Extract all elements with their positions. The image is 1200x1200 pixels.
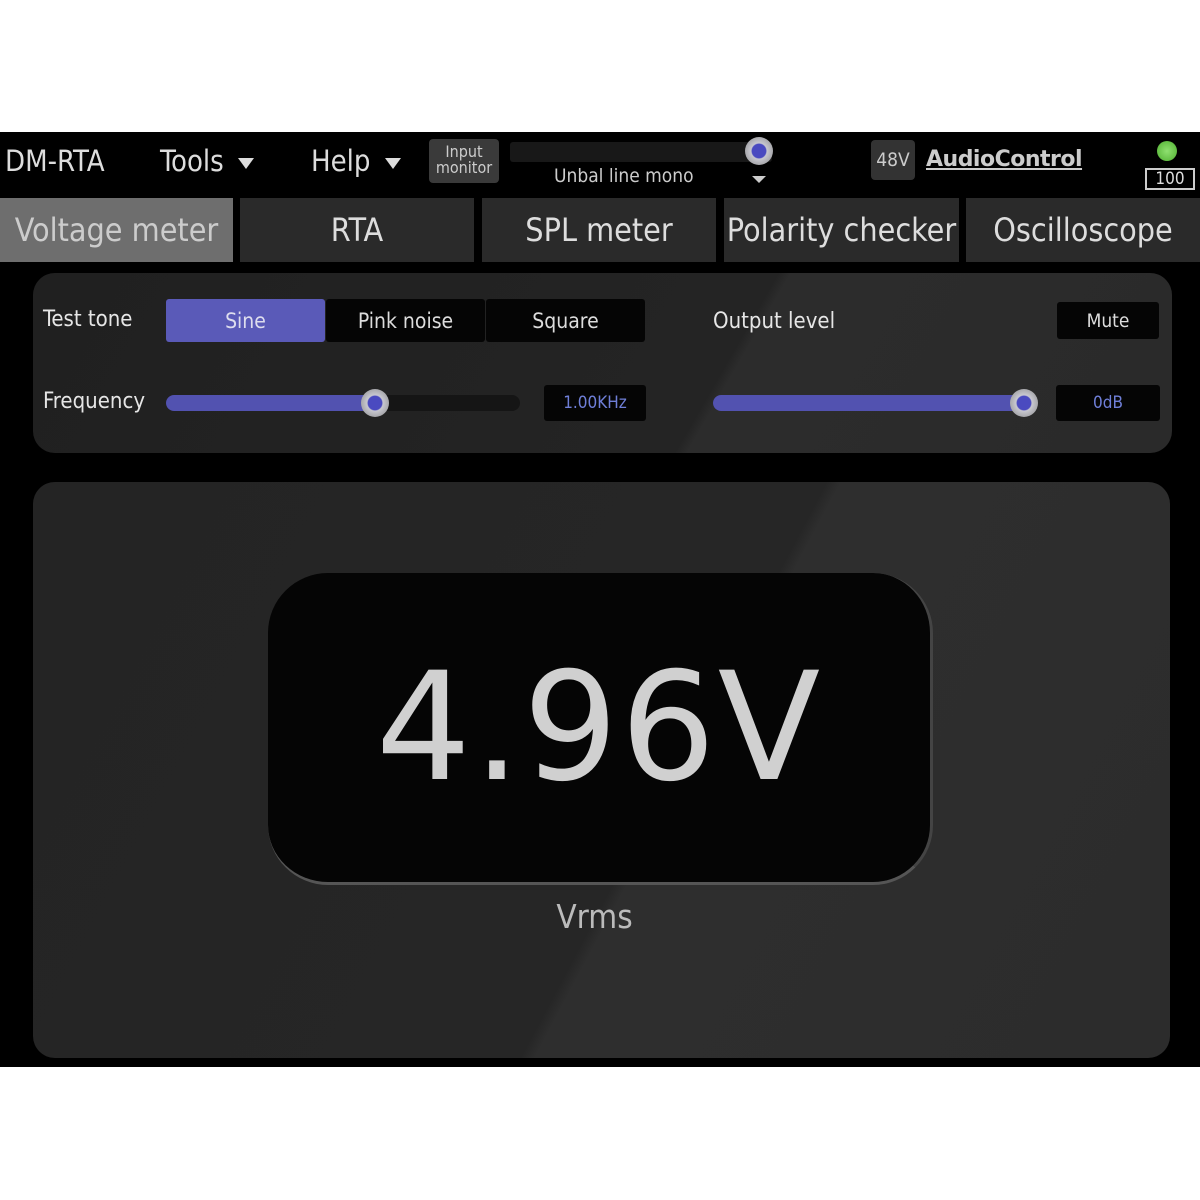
dm-rta-app: DM-RTA Tools Help Input monitor Unbal li… xyxy=(0,132,1200,1067)
tab-polarity-checker[interactable]: Polarity checker xyxy=(724,198,959,262)
slider-fill xyxy=(166,395,375,411)
tab-rta[interactable]: RTA xyxy=(240,198,474,262)
slider-knob[interactable] xyxy=(1010,389,1039,417)
frequency-slider[interactable] xyxy=(166,389,520,417)
chevron-down-icon xyxy=(384,157,401,169)
frequency-label: Frequency xyxy=(43,389,146,414)
tab-oscilloscope[interactable]: Oscilloscope xyxy=(966,198,1200,262)
battery-indicator: 100 xyxy=(1145,168,1195,190)
frequency-value[interactable]: 1.00KHz xyxy=(544,385,646,421)
test-tone-label: Test tone xyxy=(43,307,133,332)
tab-voltage-meter[interactable]: Voltage meter xyxy=(0,198,233,262)
chevron-down-icon xyxy=(237,157,254,169)
status-led-icon xyxy=(1157,141,1177,161)
slider-fill xyxy=(713,395,1025,411)
tone-square-button[interactable]: Square xyxy=(486,299,645,342)
tone-sine-button[interactable]: Sine xyxy=(166,299,325,342)
output-level-label: Output level xyxy=(713,309,836,334)
meter-display: 4.96V xyxy=(268,573,933,885)
slider-knob[interactable] xyxy=(360,389,389,417)
mute-button[interactable]: Mute xyxy=(1057,302,1159,339)
voltage-reading: 4.96V xyxy=(375,640,823,815)
unit-label: Vrms xyxy=(556,897,633,936)
app-title: DM-RTA xyxy=(5,144,105,178)
input-monitor-button[interactable]: Input monitor xyxy=(429,139,499,183)
help-menu-label: Help xyxy=(311,144,371,178)
dropdown-arrow-icon[interactable] xyxy=(752,176,766,183)
test-tone-panel: Test tone Sine Pink noise Square Output … xyxy=(33,273,1172,453)
output-level-value[interactable]: 0dB xyxy=(1056,385,1160,421)
output-level-slider[interactable] xyxy=(713,389,1039,417)
help-menu[interactable]: Help xyxy=(311,144,401,178)
tone-pink-noise-button[interactable]: Pink noise xyxy=(326,299,485,342)
tab-spl-meter[interactable]: SPL meter xyxy=(482,198,716,262)
tools-menu-label: Tools xyxy=(160,144,224,178)
phantom-power-button[interactable]: 48V xyxy=(871,140,915,180)
brand-logo: AudioControl xyxy=(926,147,1083,172)
tools-menu[interactable]: Tools xyxy=(160,144,254,178)
voltage-meter-panel: 4.96V Vrms xyxy=(33,482,1170,1058)
input-source-select[interactable]: Unbal line mono xyxy=(554,165,694,187)
input-level-slider[interactable] xyxy=(510,137,773,165)
slider-knob[interactable] xyxy=(744,137,773,165)
